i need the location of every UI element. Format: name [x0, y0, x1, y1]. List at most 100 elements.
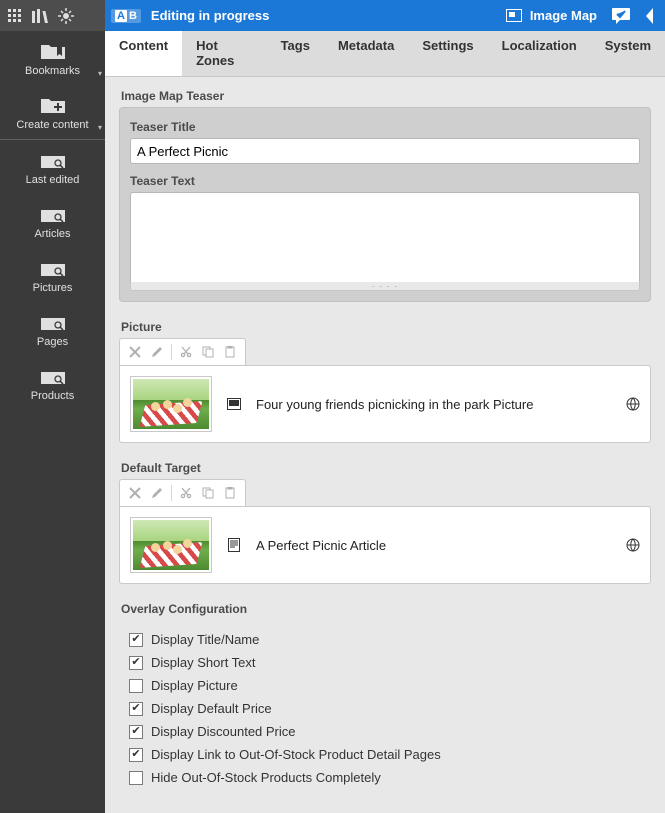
cut-icon[interactable] [175, 483, 197, 503]
teaser-text-label: Teaser Text [130, 174, 640, 188]
default-target-toolbar [119, 479, 246, 506]
overlay-option-label: Display Default Price [151, 701, 272, 716]
sidebar: Bookmarks ▾ Create content ▾ Last edited Arti… [0, 0, 105, 813]
image-map-type-icon [506, 9, 522, 22]
sidebar-item-label: Last edited [26, 174, 80, 186]
picture-item-label: Four young friends picnicking in the par… [256, 397, 612, 412]
sidebar-item-pages[interactable]: Pages [0, 302, 105, 356]
overlay-option[interactable]: Display Discounted Price [129, 720, 641, 743]
collapse-panel-icon[interactable] [643, 8, 657, 24]
overlay-option-label: Display Picture [151, 678, 238, 693]
checkbox-icon[interactable] [129, 656, 143, 670]
article-type-icon [226, 538, 242, 552]
teaser-panel: Teaser Title Teaser Text · · · · [119, 107, 651, 302]
default-target-heading: Default Target [119, 455, 651, 479]
default-target-linked-item[interactable]: A Perfect Picnic Article [119, 506, 651, 584]
globe-localized-icon [626, 538, 640, 552]
checkbox-icon[interactable] [129, 748, 143, 762]
search-folder-icon [39, 204, 67, 224]
teaser-text-input[interactable] [130, 192, 640, 288]
approve-icon[interactable] [611, 7, 631, 25]
overlay-option[interactable]: Display Default Price [129, 697, 641, 720]
copy-icon[interactable] [197, 483, 219, 503]
tab-settings[interactable]: Settings [408, 31, 487, 76]
sidebar-item-pictures[interactable]: Pictures [0, 248, 105, 302]
cut-icon[interactable] [175, 342, 197, 362]
checkbox-icon[interactable] [129, 633, 143, 647]
tab-system[interactable]: System [591, 31, 665, 76]
resize-grip-icon[interactable]: · · · · [130, 282, 640, 291]
overlay-option-label: Display Discounted Price [151, 724, 296, 739]
globe-localized-icon [626, 397, 640, 411]
search-folder-icon [39, 312, 67, 332]
overlay-option[interactable]: Display Short Text [129, 651, 641, 674]
paste-icon[interactable] [219, 342, 241, 362]
picture-type-icon [226, 398, 242, 410]
search-folder-icon [39, 258, 67, 278]
paste-icon[interactable] [219, 483, 241, 503]
chevron-down-icon: ▾ [98, 123, 102, 132]
edit-icon[interactable] [146, 483, 168, 503]
overlay-option-label: Hide Out-Of-Stock Products Completely [151, 770, 381, 785]
topbar: AB Editing in progress Image Map [105, 0, 665, 31]
picture-linked-item[interactable]: Four young friends picnicking in the par… [119, 365, 651, 443]
overlay-heading: Overlay Configuration [119, 596, 651, 620]
sidebar-header [0, 0, 105, 31]
picture-toolbar [119, 338, 246, 365]
overlay-option[interactable]: Hide Out-Of-Stock Products Completely [129, 766, 641, 789]
sidebar-item-products[interactable]: Products [0, 356, 105, 410]
tab-localization[interactable]: Localization [488, 31, 591, 76]
teaser-title-label: Teaser Title [130, 120, 640, 134]
picture-heading: Picture [119, 314, 651, 338]
library-icon[interactable] [32, 9, 48, 23]
tab-tags[interactable]: Tags [267, 31, 324, 76]
content-type-label: Image Map [530, 8, 597, 23]
overlay-option[interactable]: Display Link to Out-Of-Stock Product Det… [129, 743, 641, 766]
remove-icon[interactable] [124, 342, 146, 362]
overlay-option-label: Display Link to Out-Of-Stock Product Det… [151, 747, 441, 762]
content-area: Image Map Teaser Teaser Title Teaser Tex… [105, 77, 665, 813]
overlay-option-label: Display Title/Name [151, 632, 259, 647]
sidebar-item-create-content[interactable]: Create content ▾ [0, 85, 105, 139]
checkbox-icon[interactable] [129, 702, 143, 716]
sidebar-item-articles[interactable]: Articles [0, 194, 105, 248]
picture-thumbnail [130, 376, 212, 432]
checkbox-icon[interactable] [129, 771, 143, 785]
tabs: ContentHot ZonesTagsMetadataSettingsLoca… [105, 31, 665, 77]
overlay-option[interactable]: Display Picture [129, 674, 641, 697]
section-teaser-heading: Image Map Teaser [119, 83, 651, 107]
tab-content[interactable]: Content [105, 31, 182, 76]
locate-icon[interactable] [58, 8, 74, 24]
layout-variant-heading: Layout Variant [119, 807, 651, 813]
copy-icon[interactable] [197, 342, 219, 362]
checkbox-icon[interactable] [129, 725, 143, 739]
editing-status-label: Editing in progress [151, 8, 269, 23]
bookmark-folder-icon [39, 41, 67, 61]
default-target-item-label: A Perfect Picnic Article [256, 538, 612, 553]
sidebar-item-label: Pages [37, 336, 68, 348]
remove-icon[interactable] [124, 483, 146, 503]
sidebar-item-label: Bookmarks [25, 65, 80, 77]
chevron-down-icon: ▾ [98, 69, 102, 78]
default-target-thumbnail [130, 517, 212, 573]
sidebar-item-label: Create content [16, 119, 88, 131]
main: AB Editing in progress Image Map Content… [105, 0, 665, 813]
sidebar-item-bookmarks[interactable]: Bookmarks ▾ [0, 31, 105, 85]
overlay-option[interactable]: Display Title/Name [129, 628, 641, 651]
edit-icon[interactable] [146, 342, 168, 362]
search-folder-icon [39, 366, 67, 386]
sidebar-item-label: Pictures [33, 282, 73, 294]
tab-metadata[interactable]: Metadata [324, 31, 408, 76]
sidebar-item-label: Products [31, 390, 74, 402]
checkbox-icon[interactable] [129, 679, 143, 693]
tab-hotzones[interactable]: Hot Zones [182, 31, 266, 76]
sidebar-item-label: Articles [34, 228, 70, 240]
overlay-options: Display Title/Name Display Short Text Disp… [119, 620, 651, 795]
sidebar-item-last-edited[interactable]: Last edited [0, 140, 105, 194]
new-doc-folder-icon [39, 95, 67, 115]
language-badge-icon[interactable]: AB [111, 9, 141, 23]
apps-grid-icon[interactable] [8, 9, 22, 23]
overlay-option-label: Display Short Text [151, 655, 256, 670]
search-folder-icon [39, 150, 67, 170]
teaser-title-input[interactable] [130, 138, 640, 164]
